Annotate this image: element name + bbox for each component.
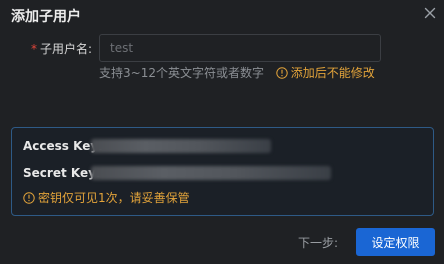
set-permission-button[interactable]: 设定权限 (356, 228, 435, 256)
username-warning: 添加后不能修改 (276, 66, 375, 80)
username-hint: 支持3~12个英文字符或者数字 (99, 66, 264, 80)
username-label: 子用户名: (39, 42, 92, 56)
dialog-footer: 下一步: 设定权限 (0, 228, 444, 258)
info-circle-icon (23, 192, 35, 208)
close-icon[interactable] (421, 4, 439, 22)
key-note-text: 密钥仅可见1次，请妥善保管 (38, 191, 190, 205)
secret-key-label: Secret Key: (23, 166, 101, 180)
key-visibility-note: 密钥仅可见1次，请妥善保管 (23, 190, 190, 208)
info-circle-icon (276, 67, 288, 83)
required-mark: * (30, 42, 37, 56)
username-input[interactable] (99, 34, 381, 62)
next-step-label: 下一步: (298, 236, 339, 250)
secret-key-value-redacted (91, 166, 331, 180)
dialog-title: 添加子用户 (11, 9, 81, 25)
secret-key-row: Secret Key: (23, 165, 101, 181)
access-key-value-redacted (91, 139, 271, 153)
key-panel: Access Key: Secret Key: 密钥仅可见1次，请妥善保管 (11, 127, 434, 216)
username-form-row: * 子用户名: (0, 34, 444, 64)
add-subuser-dialog: 添加子用户 *子用户名: 支持3~12个英文字符或者数字 添加后不能修改 Acc… (0, 0, 444, 264)
username-label-group: * 子用户名: (31, 40, 92, 58)
username-warning-text: 添加后不能修改 (290, 66, 375, 80)
username-hint-row: 支持3~12个英文字符或者数字 添加后不能修改 (99, 65, 375, 83)
